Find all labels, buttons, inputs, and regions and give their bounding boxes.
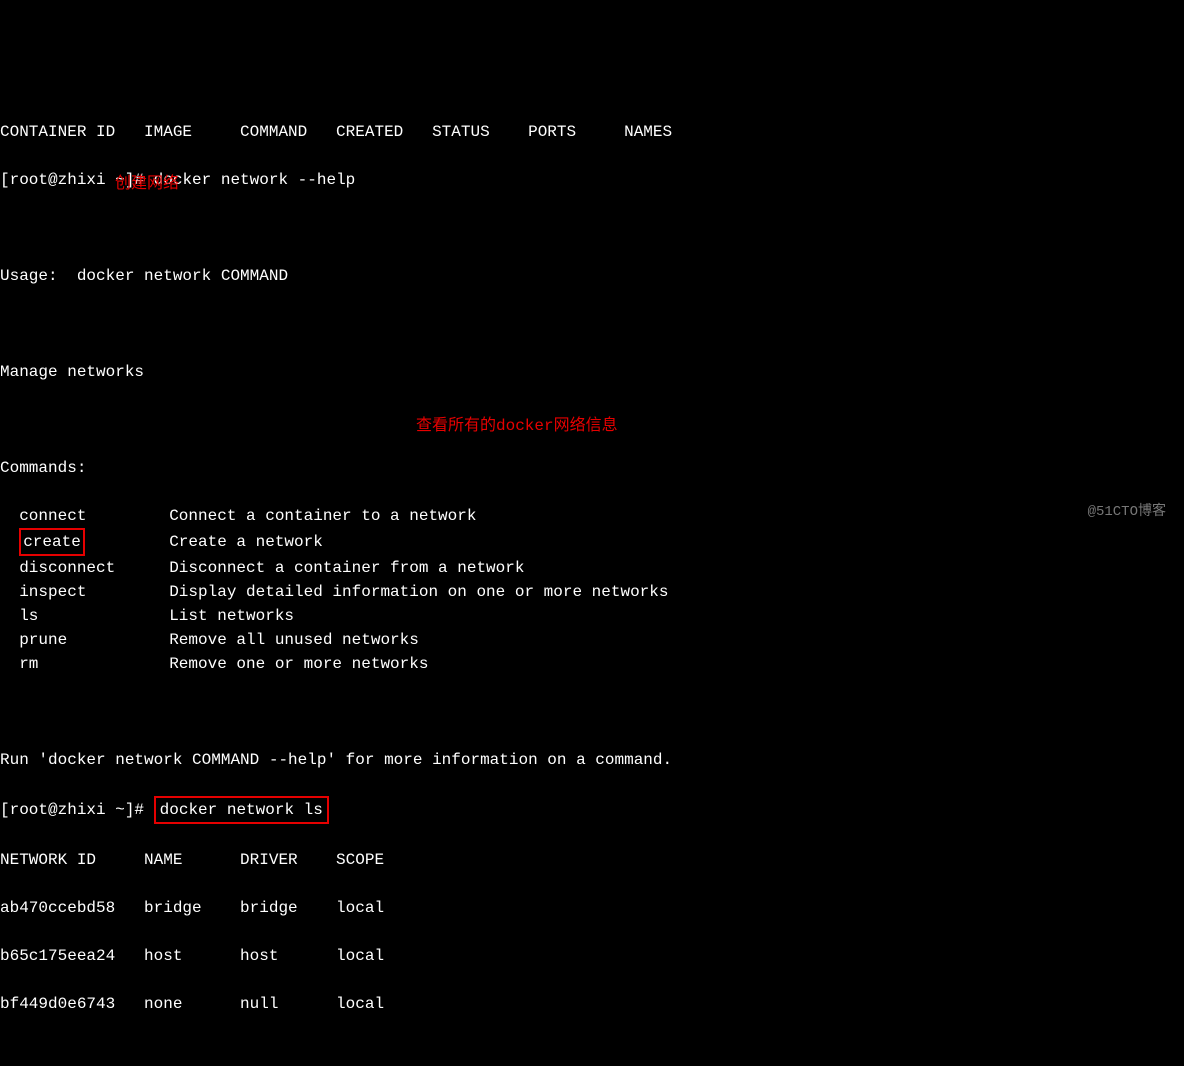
network-table-header: NETWORK ID NAME DRIVER SCOPE — [0, 848, 1184, 872]
cmd-name: create — [0, 528, 150, 556]
ps-header: CONTAINER ID IMAGE COMMAND CREATED STATU… — [0, 120, 1184, 144]
cmd-name: inspect — [0, 580, 150, 604]
command-row-ls: ls List networks — [0, 604, 668, 628]
network-row: b65c175eea24 host host local — [0, 944, 1184, 968]
annotation-ls: 查看所有的docker网络信息 — [416, 414, 618, 438]
commands-table: connect Connect a container to a network… — [0, 504, 668, 676]
command-row-disconnect: disconnect Disconnect a container from a… — [0, 556, 668, 580]
highlight-box-create: create — [19, 528, 85, 556]
command-row-rm: rm Remove one or more networks — [0, 652, 668, 676]
cmd-desc: Create a network — [150, 528, 668, 556]
blank-line — [0, 700, 1184, 724]
usage-line: Usage: docker network COMMAND — [0, 264, 1184, 288]
footer-help: Run 'docker network COMMAND --help' for … — [0, 748, 1184, 772]
network-row: ab470ccebd58 bridge bridge local — [0, 896, 1184, 920]
cmd-desc: Display detailed information on one or m… — [150, 580, 668, 604]
cmd-desc: Connect a container to a network — [150, 504, 668, 528]
blank-line — [0, 312, 1184, 336]
cmd-name: ls — [0, 604, 150, 628]
description-line: Manage networks — [0, 360, 1184, 384]
command-row-prune: prune Remove all unused networks — [0, 628, 668, 652]
prompt-userhost: [root@zhixi ~]# — [0, 801, 144, 819]
cmd-desc: Remove one or more networks — [150, 652, 668, 676]
cmd-desc: Remove all unused networks — [150, 628, 668, 652]
cmd-name: disconnect — [0, 556, 150, 580]
blank-line — [0, 216, 1184, 240]
watermark: @51CTO博客 — [1088, 502, 1166, 523]
terminal-output[interactable]: CONTAINER ID IMAGE COMMAND CREATED STATU… — [0, 96, 1184, 1040]
cmd-desc: List networks — [150, 604, 668, 628]
command-row-connect: connect Connect a container to a network — [0, 504, 668, 528]
annotation-create: 创建网络 — [115, 172, 179, 196]
command-row-create: create Create a network — [0, 528, 668, 556]
network-row: bf449d0e6743 none null local — [0, 992, 1184, 1016]
cmd-name: rm — [0, 652, 150, 676]
cmd-desc: Disconnect a container from a network — [150, 556, 668, 580]
command-row-inspect: inspect Display detailed information on … — [0, 580, 668, 604]
cmd-name: connect — [0, 504, 150, 528]
cmd-name: prune — [0, 628, 150, 652]
commands-label: Commands: — [0, 456, 1184, 480]
highlight-box-ls-command: docker network ls — [154, 796, 329, 824]
prompt-line-2: [root@zhixi ~]# docker network ls — [0, 796, 1184, 824]
